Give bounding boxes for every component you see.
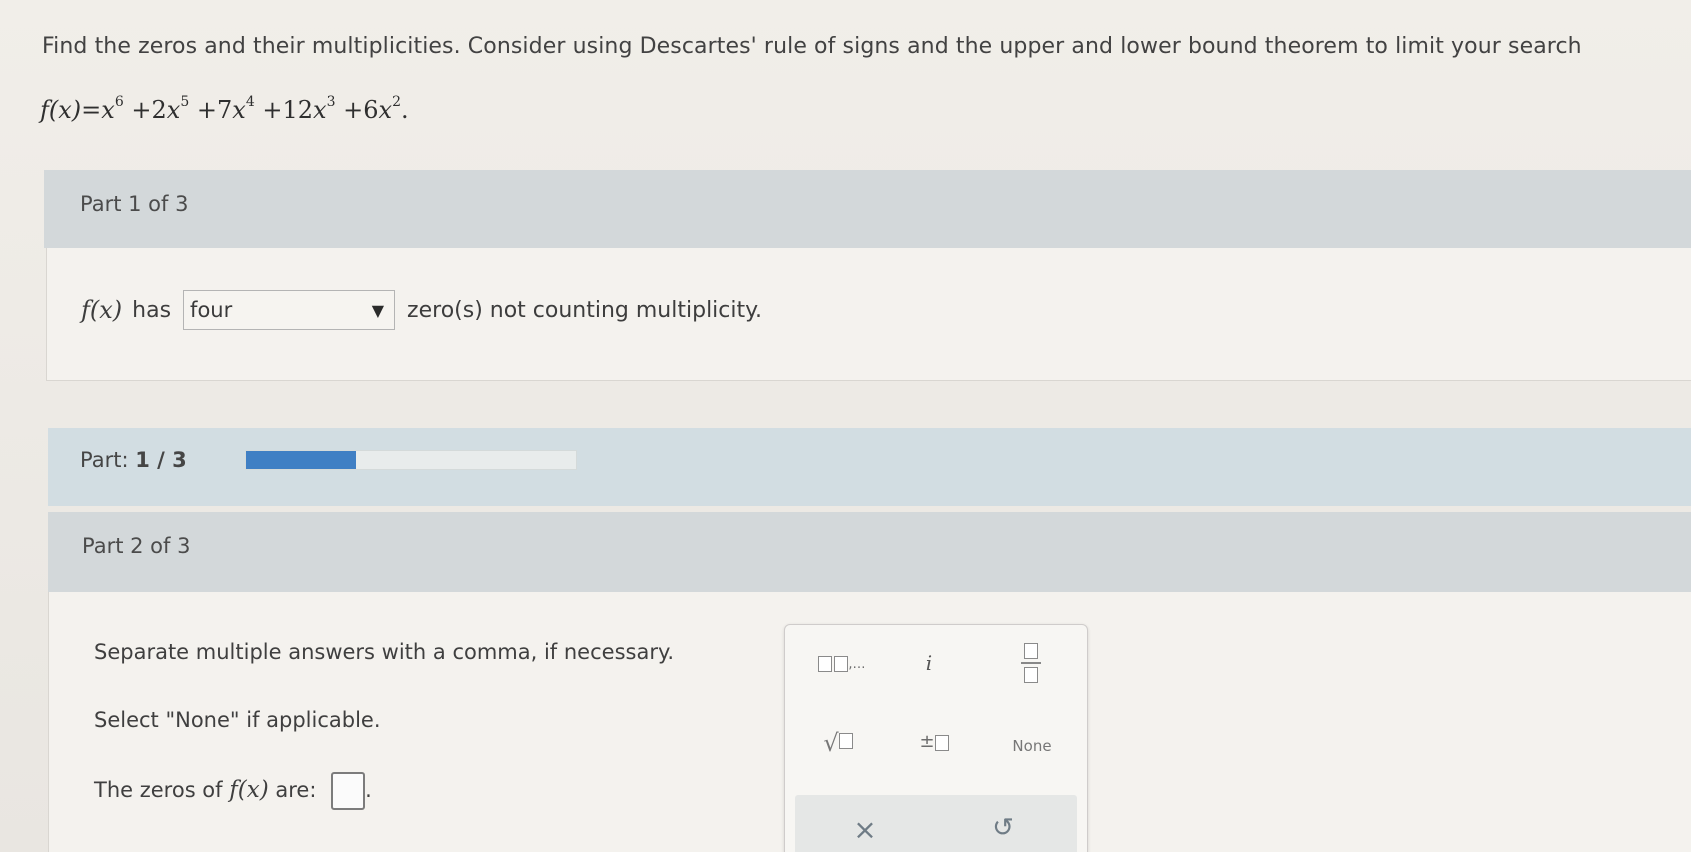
clear-button[interactable]: × xyxy=(845,813,885,846)
imaginary-button[interactable]: i xyxy=(909,651,949,675)
part1-title: Part 1 of 3 xyxy=(80,192,189,216)
sqrt-icon: √ xyxy=(823,729,853,757)
term-2-exp: 5 xyxy=(180,94,190,110)
none-label: None xyxy=(1012,737,1052,755)
progress-bar xyxy=(245,450,577,470)
box-icon xyxy=(934,734,949,751)
part1-fx: f(x) xyxy=(81,296,123,324)
term-4-exp: 3 xyxy=(326,94,336,110)
term-4-coef: 12 xyxy=(282,96,314,124)
progress-strip: Part: 1 / 3 xyxy=(48,428,1691,506)
zeros-answer-row: The zeros of f(x) are: . xyxy=(94,772,372,810)
term-5-coef: 6 xyxy=(363,96,379,124)
plus-minus-label: ± xyxy=(919,731,935,752)
part1-answer-row: f(x) has four ▼ zero(s) not counting mul… xyxy=(81,290,762,330)
box-icon xyxy=(818,655,833,672)
function-lhs: f(x)= xyxy=(40,96,102,124)
part1-header: Part 1 of 3 xyxy=(44,170,1691,248)
zeros-period: . xyxy=(365,778,372,802)
expression-end: . xyxy=(401,96,409,124)
part2-header: Part 2 of 3 xyxy=(48,512,1691,592)
list-button[interactable]: ,… xyxy=(807,653,877,672)
none-button[interactable]: None xyxy=(999,737,1065,755)
term-5-sign: + xyxy=(343,96,364,124)
term-5-var: x xyxy=(378,96,393,124)
sqrt-button[interactable]: √ xyxy=(813,729,863,757)
term-2-var: x xyxy=(166,96,181,124)
list-label: ,… xyxy=(848,657,866,672)
box-icon xyxy=(834,655,849,672)
term-4-var: x xyxy=(313,96,327,124)
term-1-var: x xyxy=(101,96,115,124)
keypad-action-bar: × ↺ xyxy=(795,795,1077,852)
term-3-exp: 4 xyxy=(245,94,255,110)
function-expression: f(x)=x6 +2x5 +7x4 +12x3 +6x2. xyxy=(40,94,409,124)
progress-count: 1 / 3 xyxy=(135,448,187,472)
plus-minus-button[interactable]: ± xyxy=(909,731,959,752)
fraction-button[interactable] xyxy=(1011,643,1051,683)
term-2-sign: + xyxy=(131,96,152,124)
zeros-prefix: The zeros of xyxy=(94,778,223,802)
page: Find the zeros and their multiplicities.… xyxy=(0,0,1691,852)
undo-button[interactable]: ↺ xyxy=(983,813,1023,843)
progress-label: Part: 1 / 3 xyxy=(80,448,187,472)
term-3-coef: 7 xyxy=(216,96,233,124)
term-1-exp: 6 xyxy=(114,94,124,110)
term-2-coef: 2 xyxy=(151,96,167,124)
undo-icon: ↺ xyxy=(992,813,1014,843)
zeros-answer-input[interactable] xyxy=(331,772,366,810)
part1-panel: f(x) has four ▼ zero(s) not counting mul… xyxy=(46,248,1691,381)
imaginary-label: i xyxy=(925,651,933,675)
close-icon: × xyxy=(853,813,877,846)
term-3-sign: + xyxy=(196,96,217,124)
zeros-suffix: are: xyxy=(275,778,317,802)
part2-title: Part 2 of 3 xyxy=(82,534,191,558)
chevron-down-icon: ▼ xyxy=(371,301,385,320)
part1-has: has xyxy=(132,297,172,323)
fraction-icon xyxy=(1011,643,1051,683)
zero-count-value: four xyxy=(190,298,233,322)
part1-suffix: zero(s) not counting multiplicity. xyxy=(407,297,763,323)
instruction-separate: Separate multiple answers with a comma, … xyxy=(94,640,675,664)
term-4-sign: + xyxy=(262,96,283,124)
zeros-fx: f(x) xyxy=(229,777,269,803)
zero-count-select[interactable]: four ▼ xyxy=(183,290,396,330)
progress-prefix: Part: xyxy=(80,448,129,472)
term-3-var: x xyxy=(232,96,246,124)
instruction-text: Find the zeros and their multiplicities.… xyxy=(42,34,1582,59)
term-5-exp: 2 xyxy=(392,94,401,110)
progress-bar-fill xyxy=(246,451,356,469)
instruction-none: Select "None" if applicable. xyxy=(94,708,381,732)
math-keypad: ,… i √ ± None × ↺ xyxy=(784,624,1088,852)
